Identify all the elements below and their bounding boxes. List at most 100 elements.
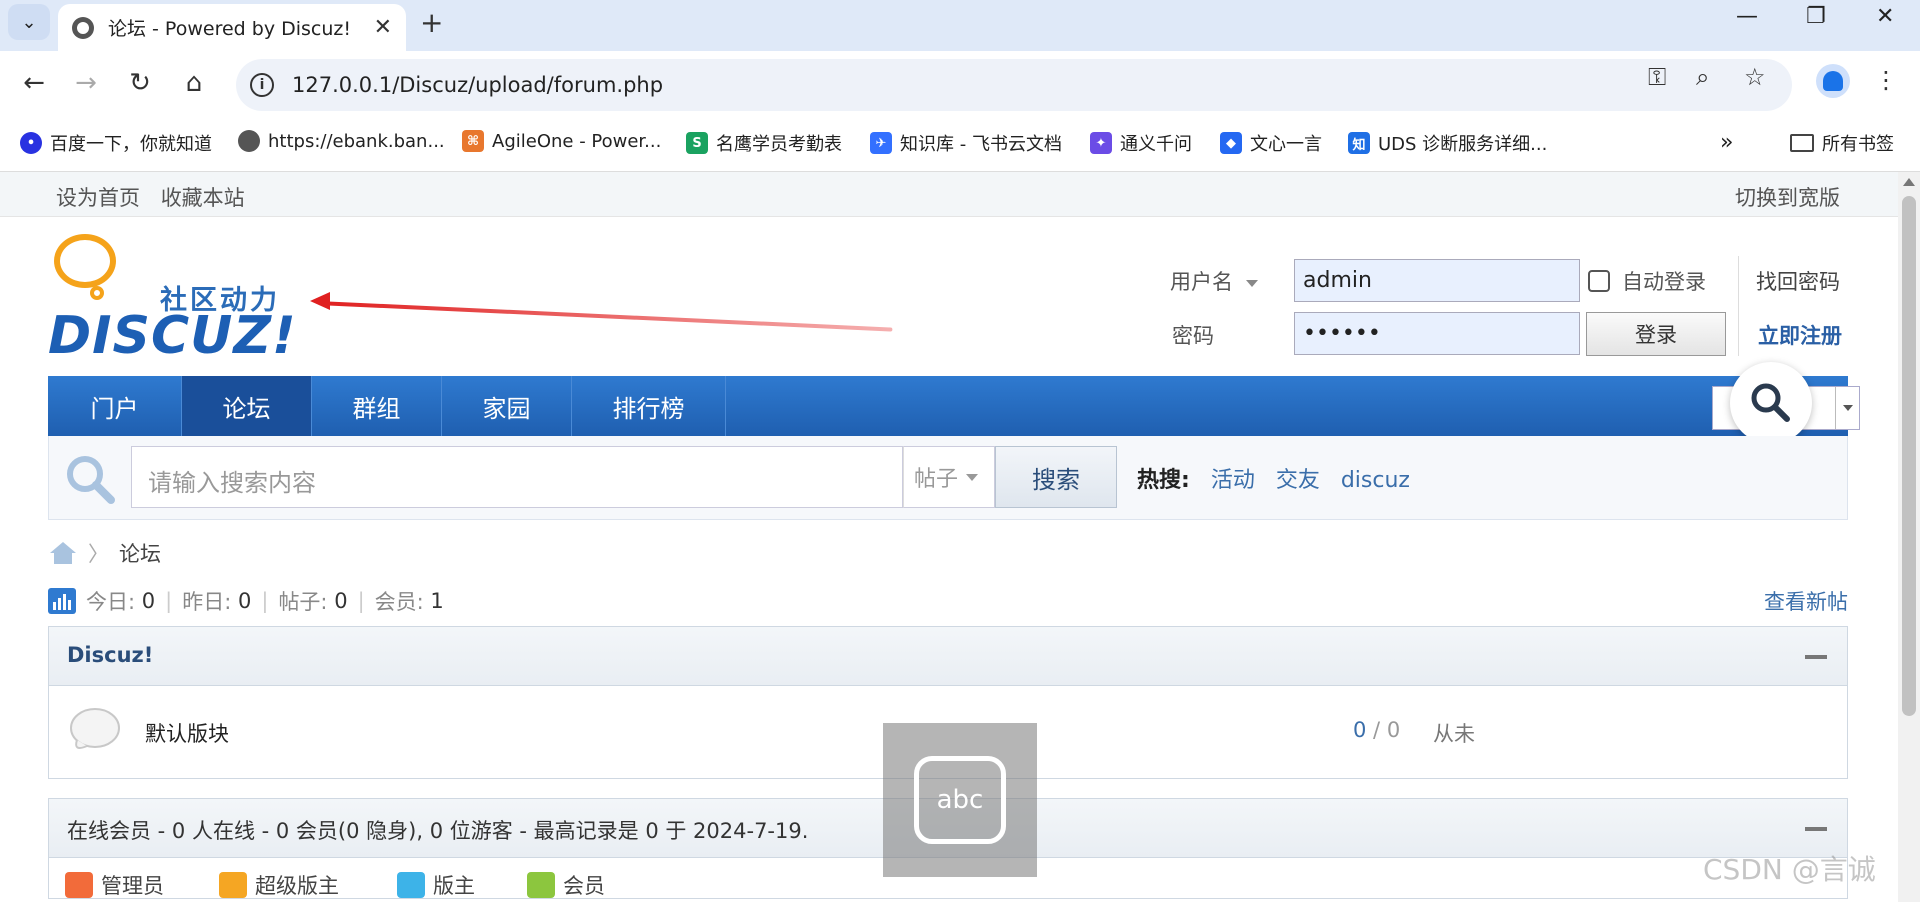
auto-login-checkbox[interactable] (1588, 270, 1610, 292)
posts-label: 帖子: (278, 590, 328, 614)
breadcrumb: 〉 论坛 (48, 538, 161, 568)
hot-term-discuz[interactable]: discuz (1341, 468, 1410, 493)
legend-admin-label: 管理员 (101, 874, 164, 898)
bookmark-star-icon[interactable]: ☆ (1744, 63, 1766, 91)
restore-button[interactable]: ❐ (1806, 4, 1826, 29)
more-bookmarks-icon[interactable]: » (1720, 130, 1733, 155)
close-tab-icon[interactable]: ✕ (374, 15, 392, 40)
register-link[interactable]: 立即注册 (1758, 320, 1842, 350)
nav-group[interactable]: 群组 (312, 376, 442, 436)
legend-admin: 管理员 (65, 870, 164, 900)
legend-moderator-label: 版主 (433, 874, 475, 898)
nav-home[interactable]: 家园 (442, 376, 572, 436)
members-count: 1 (430, 589, 444, 613)
forgot-password-link[interactable]: 找回密码 (1756, 266, 1840, 296)
hot-term-dating[interactable]: 交友 (1276, 468, 1320, 493)
zoom-icon[interactable]: ⌕ (1696, 63, 1709, 91)
switch-wide-link[interactable]: 切换到宽版 (1735, 182, 1840, 212)
browser-tab[interactable]: 论坛 - Powered by Discuz! ✕ (58, 4, 406, 51)
bookmark-uds[interactable]: 知 UDS 诊断服务详细... (1348, 130, 1547, 156)
collapse-icon[interactable] (1805, 655, 1827, 659)
hot-term-activity[interactable]: 活动 (1211, 468, 1255, 493)
last-post: 从未 (1433, 722, 1475, 746)
nav-ranking[interactable]: 排行榜 (572, 376, 726, 436)
forum-count: 0 / 0 (1353, 718, 1401, 742)
input-method-overlay: abc (883, 723, 1037, 877)
keyboard-label: abc (936, 785, 984, 815)
search-icon (67, 456, 115, 504)
folder-icon (1790, 134, 1814, 152)
username-label[interactable]: 用户名 (1170, 266, 1258, 296)
search-button[interactable]: 搜索 (995, 446, 1117, 508)
forum-name-link[interactable]: 默认版块 (145, 718, 229, 748)
search-bar: 请输入搜索内容 帖子 搜索 热搜: 活动 交友 discuz (48, 436, 1848, 520)
wenxin-icon: ◆ (1220, 132, 1242, 154)
bookmark-attendance[interactable]: S 名鹰学员考勤表 (686, 130, 842, 156)
legend-super-moderator-label: 超级版主 (255, 874, 339, 898)
bookmark-ebank[interactable]: https://ebank.ban... (238, 130, 445, 152)
address-bar[interactable]: i 127.0.0.1/Discuz/upload/forum.php (236, 59, 1792, 111)
profile-avatar[interactable] (1816, 64, 1850, 98)
forward-button[interactable]: → (68, 65, 104, 101)
scroll-up-icon[interactable] (1903, 178, 1915, 186)
search-type-select[interactable]: 帖子 (903, 446, 995, 508)
bookmark-site-link[interactable]: 收藏本站 (161, 186, 245, 210)
password-input[interactable] (1294, 312, 1580, 355)
home-button[interactable]: ⌂ (176, 65, 212, 101)
page-scrollbar[interactable] (1898, 172, 1920, 902)
bookmark-feishu[interactable]: ✈ 知识库 - 飞书云文档 (870, 130, 1062, 156)
site-info-icon[interactable]: i (250, 73, 274, 97)
category-title[interactable]: Discuz! (67, 643, 153, 667)
auto-login-label[interactable]: 自动登录 (1622, 266, 1706, 296)
search-input[interactable]: 请输入搜索内容 (131, 446, 903, 508)
address-toolbar: ← → ↻ ⌂ i 127.0.0.1/Discuz/upload/forum.… (0, 51, 1920, 118)
online-summary[interactable]: 在线会员 - 0 人在线 - 0 会员(0 隐身), 0 位游客 - 最高记录是… (67, 815, 808, 845)
collapse-icon[interactable] (1805, 827, 1827, 831)
super-moderator-icon (219, 872, 247, 898)
discuz-logo[interactable]: 社区动力 DISCUZ! (48, 234, 298, 366)
zhihu-icon: 知 (1348, 132, 1370, 154)
bookmark-agileone[interactable]: ⌘ AgileOne - Power... (462, 130, 661, 152)
watermark: CSDN @言诚 (1703, 853, 1876, 886)
nav-portal[interactable]: 门户 (48, 376, 182, 436)
stats-sep: | (261, 589, 269, 613)
bookmark-baidu[interactable]: • 百度一下，你就知道 (20, 130, 212, 156)
forum-stats: 今日: 0 | 昨日: 0 | 帖子: 0 | 会员: 1 (48, 586, 444, 616)
browser-tab-strip: ⌄ 论坛 - Powered by Discuz! ✕ + — ❐ ✕ (0, 0, 1920, 51)
nav-forum[interactable]: 论坛 (182, 376, 312, 436)
sheet-icon: S (686, 132, 708, 154)
reload-button[interactable]: ↻ (122, 65, 158, 101)
home-icon[interactable] (48, 540, 78, 566)
breadcrumb-separator: 〉 (88, 542, 109, 566)
back-button[interactable]: ← (16, 65, 52, 101)
login-button[interactable]: 登录 (1586, 312, 1726, 356)
legend-member: 会员 (527, 870, 605, 900)
tongyi-icon: ✦ (1090, 132, 1112, 154)
set-home-link[interactable]: 设为首页 (56, 186, 140, 210)
floating-search-button[interactable] (1730, 362, 1812, 444)
breadcrumb-current[interactable]: 论坛 (119, 538, 161, 568)
members-label: 会员: (374, 590, 424, 614)
agileone-icon: ⌘ (462, 130, 484, 152)
new-tab-button[interactable]: + (420, 6, 443, 39)
yesterday-count: 0 (237, 589, 252, 613)
browser-menu-icon[interactable]: ⋮ (1874, 66, 1898, 94)
minimize-button[interactable]: — (1736, 4, 1758, 29)
password-label: 密码 (1172, 324, 1214, 348)
password-key-icon[interactable]: ⚿ (1648, 63, 1666, 91)
legend-super-moderator: 超级版主 (219, 870, 339, 900)
tab-search-button[interactable]: ⌄ (8, 4, 50, 40)
member-icon (527, 872, 555, 898)
quick-nav-dropdown-icon[interactable] (1835, 387, 1859, 429)
scrollbar-thumb[interactable] (1902, 196, 1916, 716)
view-new-posts-link[interactable]: 查看新帖 (1764, 586, 1848, 616)
stats-sep: | (357, 589, 365, 613)
bookmark-wenxin[interactable]: ◆ 文心一言 (1220, 130, 1322, 156)
username-input[interactable] (1294, 259, 1580, 302)
bookmark-tongyi[interactable]: ✦ 通义千问 (1090, 130, 1192, 156)
stats-chart-icon (48, 588, 76, 614)
baidu-icon: • (20, 132, 42, 154)
all-bookmarks[interactable]: 所有书签 (1790, 130, 1894, 156)
window-close-button[interactable]: ✕ (1876, 4, 1894, 29)
category-header: Discuz! (49, 627, 1847, 686)
